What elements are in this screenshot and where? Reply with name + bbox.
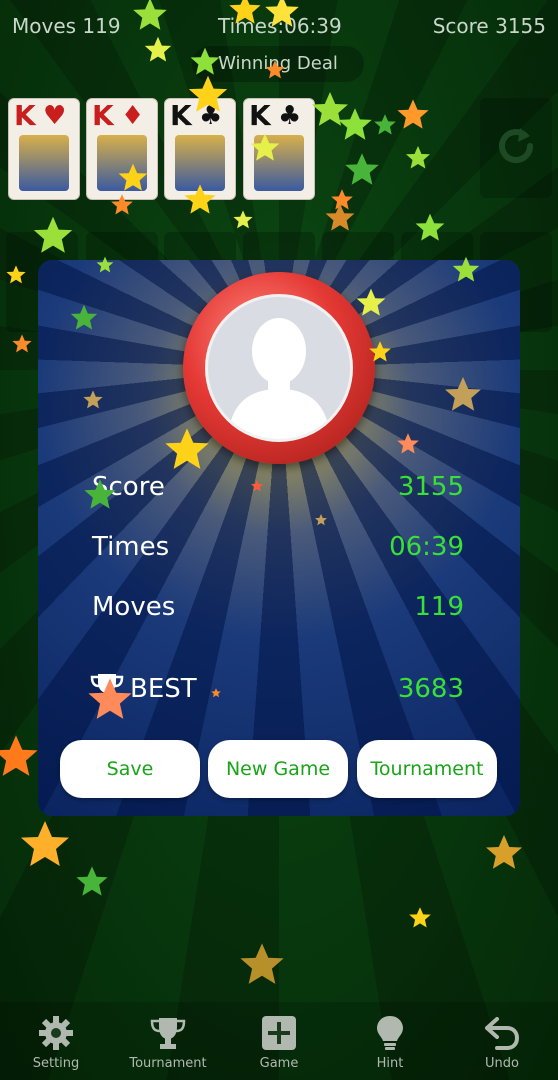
moves-label: Moves bbox=[92, 592, 176, 622]
foundation-pile-1[interactable]: K ♥ bbox=[8, 98, 80, 200]
card-rank: K bbox=[170, 99, 192, 132]
stock-pile[interactable] bbox=[480, 98, 552, 198]
refresh-icon bbox=[499, 128, 533, 163]
card-rank: K bbox=[14, 99, 36, 132]
king-figure bbox=[175, 135, 225, 191]
nav-hint[interactable]: Hint bbox=[340, 1008, 440, 1074]
best-label: BEST bbox=[130, 674, 197, 704]
winning-deal-badge: Winning Deal bbox=[192, 46, 364, 82]
score-value: 3155 bbox=[397, 472, 464, 502]
nav-hint-label: Hint bbox=[376, 1056, 404, 1071]
times-value: 06:39 bbox=[389, 532, 464, 562]
moves-value: 119 bbox=[414, 592, 464, 622]
nav-game-label: Game bbox=[259, 1056, 299, 1071]
undo-icon bbox=[485, 1017, 520, 1050]
foundation-pile-4[interactable]: K ♣ bbox=[243, 98, 315, 200]
nav-setting[interactable]: Setting bbox=[6, 1008, 106, 1074]
nav-undo[interactable]: Undo bbox=[452, 1008, 552, 1074]
score-counter: Score 3155 bbox=[432, 14, 546, 38]
bulb-icon bbox=[377, 1016, 403, 1050]
avatar-icon bbox=[228, 318, 330, 439]
moves-counter: Moves 119 bbox=[12, 14, 121, 38]
nav-setting-label: Setting bbox=[32, 1056, 80, 1071]
foundation-pile-2[interactable]: K ♦ bbox=[86, 98, 158, 200]
nav-tournament-label: Tournament bbox=[129, 1056, 207, 1071]
card-suit: ♣ bbox=[278, 101, 302, 131]
card-suit: ♥ bbox=[43, 101, 67, 131]
tournament-button[interactable]: Tournament bbox=[357, 740, 497, 798]
king-figure bbox=[19, 135, 69, 191]
save-button[interactable]: Save bbox=[60, 740, 200, 798]
card-suit: ♦ bbox=[121, 101, 145, 131]
king-figure bbox=[97, 135, 147, 191]
card-rank: K bbox=[249, 99, 271, 132]
plus-icon bbox=[262, 1016, 296, 1050]
nav-tournament[interactable]: Tournament bbox=[118, 1008, 218, 1074]
nav-game[interactable]: Game bbox=[229, 1008, 329, 1074]
card-rank: K bbox=[92, 99, 114, 132]
time-counter: Times:06:39 bbox=[218, 14, 342, 38]
avatar-frame bbox=[183, 272, 375, 464]
trophy-icon bbox=[150, 1018, 186, 1049]
score-label: Score bbox=[92, 472, 165, 502]
nav-undo-label: Undo bbox=[485, 1056, 519, 1071]
status-bar: Moves 119 Times:06:39 Score 3155 bbox=[0, 0, 558, 52]
times-label: Times bbox=[92, 532, 170, 562]
avatar bbox=[205, 294, 353, 442]
gear-icon bbox=[39, 1016, 73, 1050]
best-value: 3683 bbox=[397, 674, 464, 704]
new-game-button[interactable]: New Game bbox=[208, 740, 348, 798]
foundation-pile-3[interactable]: K ♣ bbox=[164, 98, 236, 200]
card-suit: ♣ bbox=[199, 101, 223, 131]
king-figure bbox=[254, 135, 304, 191]
